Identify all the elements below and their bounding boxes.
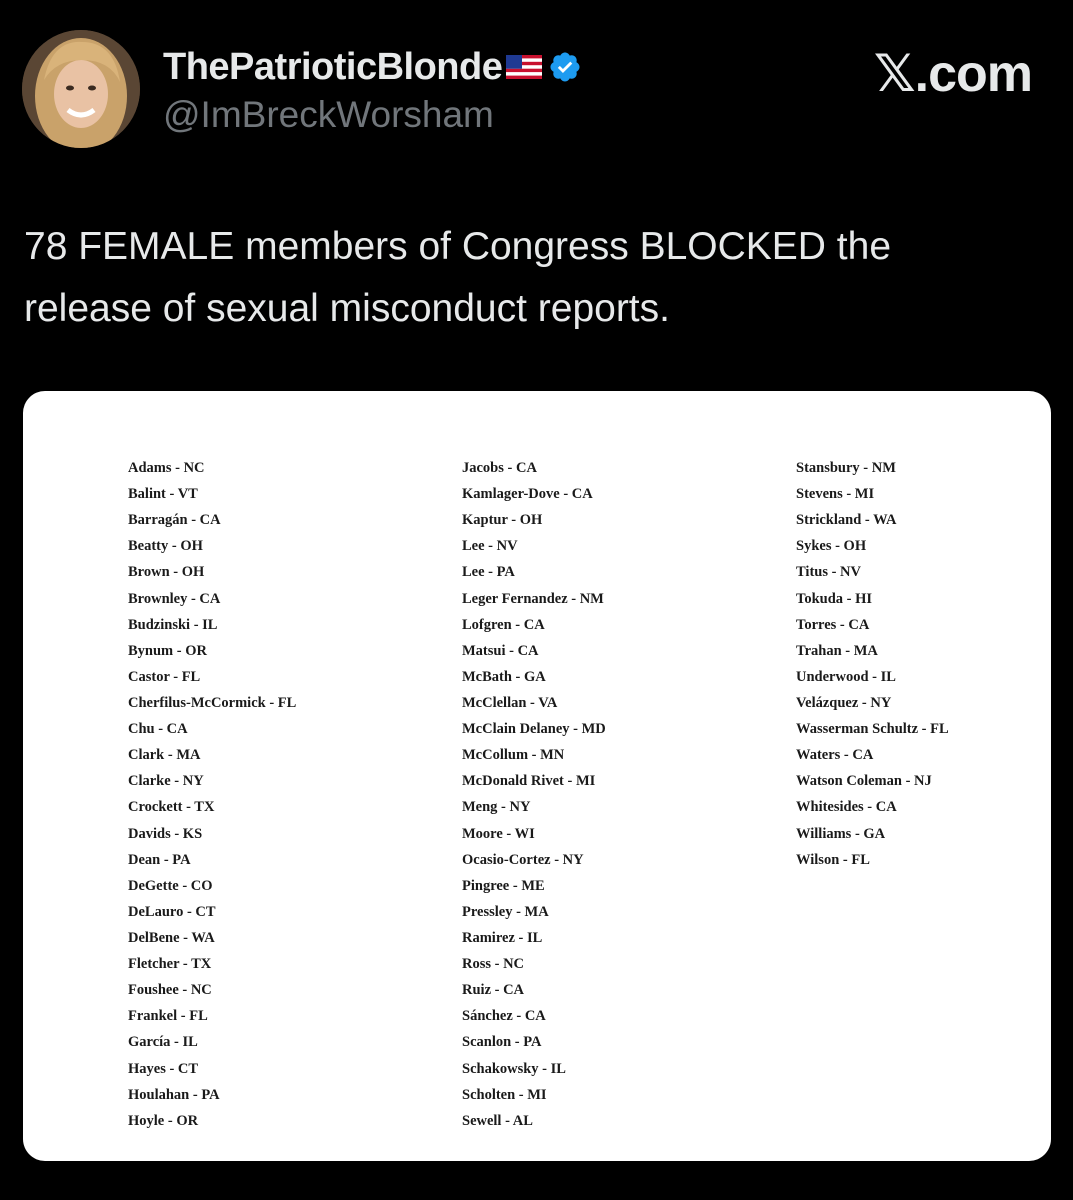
member-entry: Tokuda - HI: [796, 590, 873, 607]
member-entry: Torres - CA: [796, 616, 870, 633]
member-entry: Matsui - CA: [462, 642, 539, 659]
member-entry: Beatty - OH: [128, 538, 203, 555]
member-entry: Davids - KS: [128, 825, 203, 842]
member-entry: McCollum - MN: [462, 747, 565, 764]
tweet-text: 78 FEMALE members of Congress BLOCKED th…: [24, 216, 1044, 340]
avatar-image: [22, 30, 140, 148]
member-entry: Brown - OH: [128, 564, 205, 581]
member-entry: Foushee - NC: [128, 982, 212, 999]
member-entry: Jacobs - CA: [462, 460, 537, 476]
member-entry: Hoyle - OR: [128, 1112, 199, 1129]
member-entry: Balint - VT: [128, 486, 198, 503]
member-entry: Meng - NY: [462, 799, 531, 816]
member-entry: Clark - MA: [128, 747, 201, 764]
member-entry: Adams - NC: [128, 460, 205, 476]
member-entry: Hayes - CT: [128, 1060, 199, 1077]
member-entry: Sewell - AL: [462, 1112, 533, 1129]
member-entry: Trahan - MA: [796, 642, 878, 659]
member-entry: Fletcher - TX: [128, 956, 212, 973]
author-info: ThePatrioticBlonde @ImBreckWorsham: [163, 42, 582, 136]
member-entry: Pingree - ME: [462, 877, 545, 894]
member-entry: Ross - NC: [462, 956, 525, 973]
member-entry: Ruiz - CA: [462, 982, 525, 999]
member-entry: Underwood - IL: [796, 668, 896, 685]
verified-badge-icon: [548, 50, 582, 84]
member-entry: Schakowsky - IL: [462, 1060, 566, 1077]
member-entry: Williams - GA: [796, 825, 886, 842]
member-entry: Wasserman Schultz - FL: [796, 721, 949, 738]
member-entry: Whitesides - CA: [796, 799, 897, 816]
member-entry: Strickland - WA: [796, 512, 897, 529]
member-entry: Crockett - TX: [128, 799, 215, 816]
member-entry: Ramirez - IL: [462, 929, 543, 946]
member-entry: García - IL: [128, 1034, 198, 1051]
member-entry: Kamlager-Dove - CA: [462, 486, 593, 503]
member-entry: Moore - WI: [462, 825, 535, 842]
member-entry: DelBene - WA: [128, 929, 215, 946]
member-entry: Bynum - OR: [128, 642, 207, 659]
member-entry: McBath - GA: [462, 668, 546, 685]
member-entry: Sánchez - CA: [462, 1008, 546, 1025]
member-entry: Velázquez - NY: [796, 694, 892, 711]
member-entry: Clarke - NY: [128, 773, 204, 790]
display-name[interactable]: ThePatrioticBlonde: [163, 46, 503, 89]
member-entry: Brownley - CA: [128, 590, 221, 607]
member-entry: Scanlon - PA: [462, 1034, 542, 1051]
member-entry: Dean - PA: [128, 851, 191, 868]
member-entry: Kaptur - OH: [462, 512, 543, 529]
member-entry: Chu - CA: [128, 721, 188, 738]
member-entry: Cherfilus-McCormick - FL: [128, 694, 297, 711]
member-entry: Frankel - FL: [128, 1008, 208, 1025]
x-logo: 𝕏.com: [873, 45, 1033, 103]
member-entry: Stevens - MI: [796, 486, 875, 503]
avatar[interactable]: [22, 30, 140, 148]
member-entry: Lee - PA: [462, 564, 515, 581]
member-entry: Budzinski - IL: [128, 616, 218, 633]
tweet-header: ThePatrioticBlonde @ImBreckWorsham 𝕏.com: [22, 30, 1052, 150]
member-entry: Barragán - CA: [128, 512, 221, 529]
display-name-row: ThePatrioticBlonde: [163, 42, 582, 92]
member-entry: Lofgren - CA: [462, 616, 545, 633]
member-entry: McClellan - VA: [462, 694, 558, 711]
member-entry: McDonald Rivet - MI: [462, 773, 596, 790]
member-entry: Scholten - MI: [462, 1086, 547, 1103]
tweet-text-line: 78 FEMALE members of Congress BLOCKED th…: [24, 225, 892, 268]
member-entry: Houlahan - PA: [128, 1086, 220, 1103]
attached-image[interactable]: Adams - NC Balint - VT Barragán - CA Beatty…: [23, 391, 1051, 1161]
member-list-column-3: Stansbury - NM Stevens - MI Strickland - W…: [796, 455, 949, 873]
member-entry: Pressley - MA: [462, 903, 549, 920]
member-entry: Stansbury - NM: [796, 460, 896, 476]
user-handle[interactable]: @ImBreckWorsham: [163, 94, 582, 136]
member-entry: Castor - FL: [128, 668, 201, 685]
member-list-column-2: Jacobs - CA Kamlager-Dove - CA Kaptur - OH…: [462, 455, 606, 1134]
member-entry: DeGette - CO: [128, 877, 213, 894]
member-entry: DeLauro - CT: [128, 903, 216, 920]
us-flag-icon: [506, 55, 543, 79]
member-entry: Leger Fernandez - NM: [462, 590, 604, 607]
member-list-column-1: Adams - NC Balint - VT Barragán - CA Beatty…: [128, 455, 296, 1134]
member-entry: McClain Delaney - MD: [462, 721, 606, 738]
member-entry: Ocasio-Cortez - NY: [462, 851, 584, 868]
member-entry: Sykes - OH: [796, 538, 867, 555]
member-entry: Watson Coleman - NJ: [796, 773, 932, 790]
member-entry: Lee - NV: [462, 538, 518, 555]
member-entry: Wilson - FL: [796, 851, 870, 868]
tweet-text-line: release of sexual misconduct reports.: [24, 287, 670, 330]
member-entry: Waters - CA: [796, 747, 874, 764]
member-entry: Titus - NV: [796, 564, 861, 581]
